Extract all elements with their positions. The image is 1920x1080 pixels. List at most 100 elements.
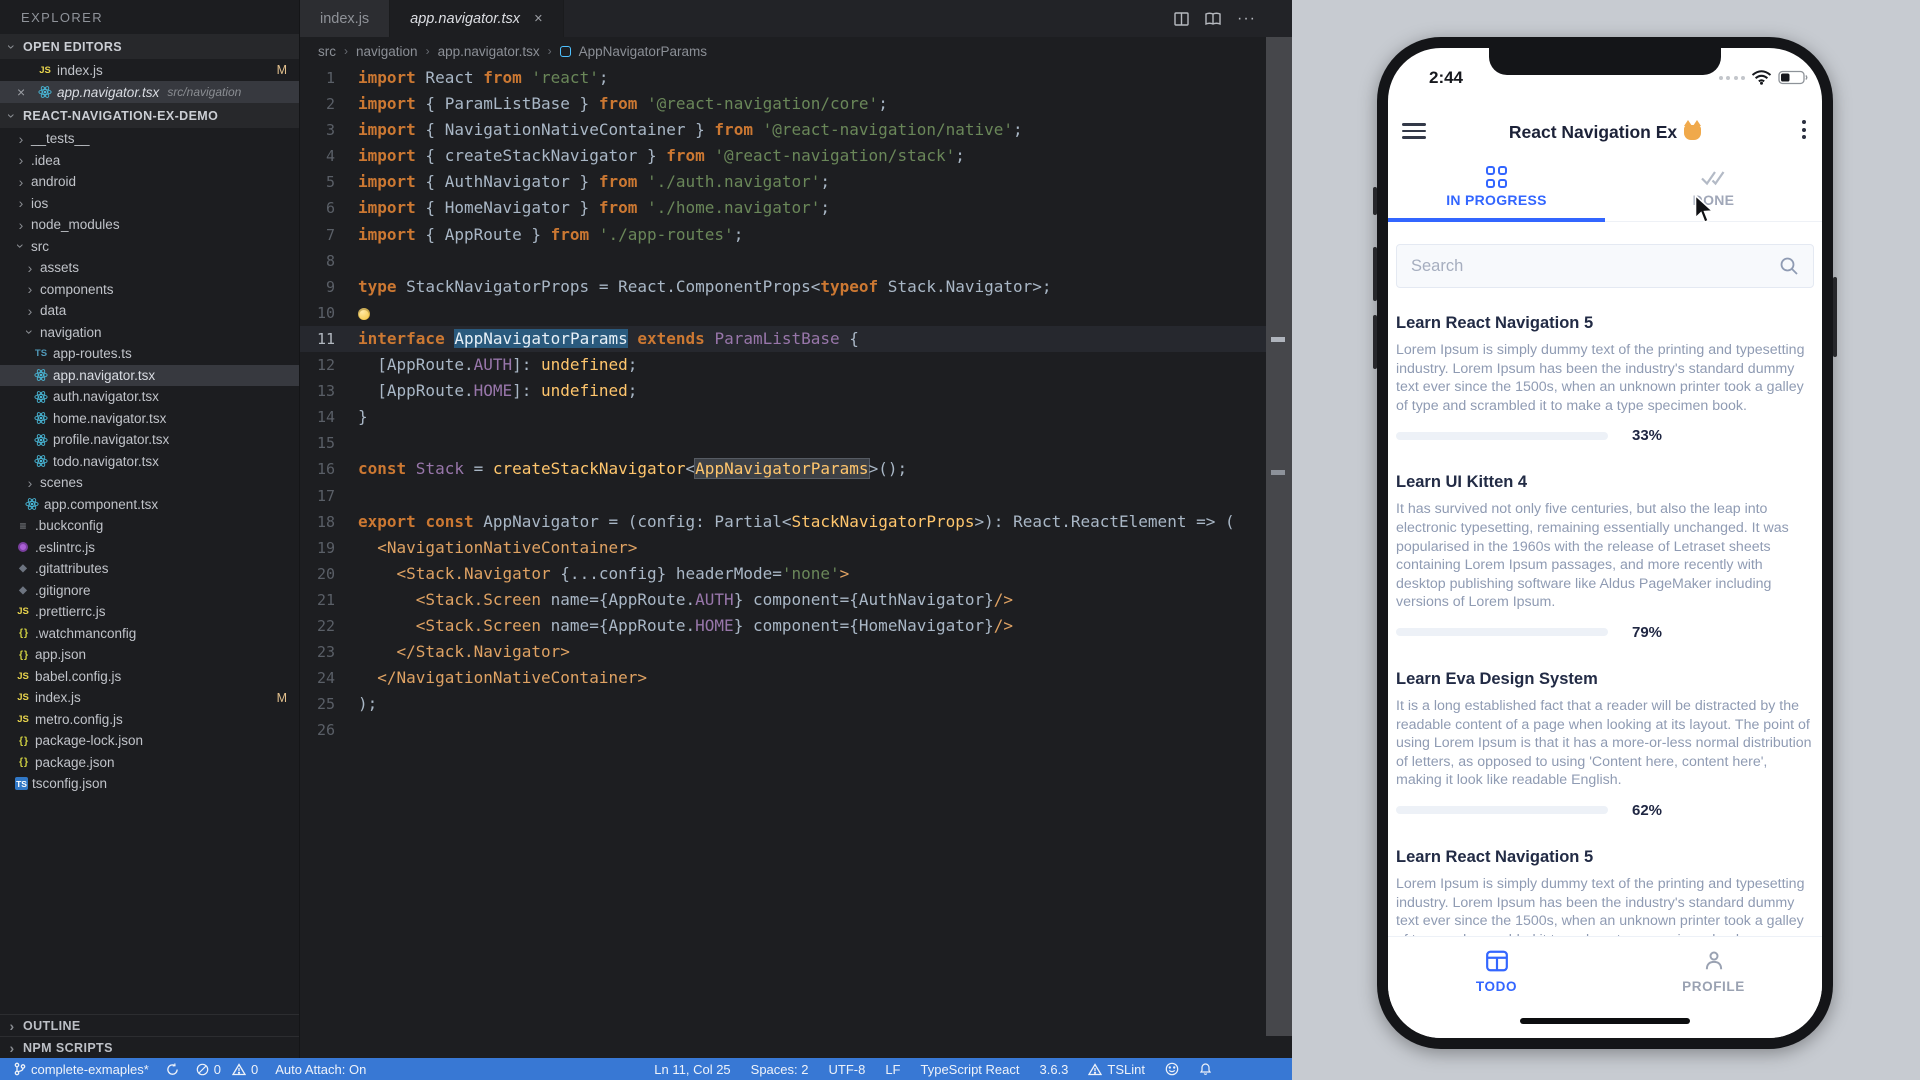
tree-item-.prettierrc.js[interactable]: JS.prettierrc.js xyxy=(0,601,299,623)
todo-card[interactable]: Learn UI Kitten 4It has survived not onl… xyxy=(1396,473,1814,641)
todo-card[interactable]: Learn Eva Design SystemIt is a long esta… xyxy=(1396,670,1814,819)
tree-folder-data[interactable]: ›data xyxy=(0,300,299,322)
close-icon[interactable]: × xyxy=(534,11,542,27)
tree-item-auth.navigator.tsx[interactable]: auth.navigator.tsx xyxy=(0,386,299,408)
code-line-11[interactable]: 11interface AppNavigatorParams extends P… xyxy=(300,326,1266,352)
code-line-23[interactable]: 23 </Stack.Navigator> xyxy=(300,639,1266,665)
code-line-10[interactable]: 10 xyxy=(300,300,1266,326)
tree-folder-ios[interactable]: ›ios xyxy=(0,193,299,215)
tree-item-package.json[interactable]: { }package.json xyxy=(0,752,299,774)
quick-fix-lightbulb-icon[interactable] xyxy=(358,308,370,320)
encoding-item[interactable]: UTF-8 xyxy=(828,1062,865,1077)
tree-folder-.idea[interactable]: ›.idea xyxy=(0,150,299,172)
code-line-21[interactable]: 21 <Stack.Screen name={AppRoute.AUTH} co… xyxy=(300,587,1266,613)
ts-version-item[interactable]: 3.6.3 xyxy=(1040,1062,1069,1077)
split-editor-icon[interactable] xyxy=(1174,12,1189,26)
tree-item-tsconfig.json[interactable]: TStsconfig.json xyxy=(0,773,299,795)
code-line-19[interactable]: 19 <NavigationNativeContainer> xyxy=(300,535,1266,561)
code-line-15[interactable]: 15 xyxy=(300,430,1266,456)
more-options-kebab-icon[interactable] xyxy=(1802,120,1806,139)
tree-item-.buckconfig[interactable]: ≡.buckconfig xyxy=(0,515,299,537)
breadcrumb[interactable]: src›navigation›app.navigator.tsx›AppNavi… xyxy=(300,37,1292,65)
code-line-22[interactable]: 22 <Stack.Screen name={AppRoute.HOME} co… xyxy=(300,613,1266,639)
tab-in-progress[interactable]: IN PROGRESS xyxy=(1388,160,1605,221)
breadcrumb-segment[interactable]: navigation xyxy=(356,44,418,59)
code-line-5[interactable]: 5import { AuthNavigator } from './auth.n… xyxy=(300,169,1266,195)
tree-item-.gitignore[interactable]: ◆.gitignore xyxy=(0,580,299,602)
breadcrumb-segment[interactable]: src xyxy=(318,44,336,59)
editor-layout-icon[interactable] xyxy=(1205,12,1221,26)
code-line-24[interactable]: 24 </NavigationNativeContainer> xyxy=(300,665,1266,691)
feedback-smiley-icon[interactable] xyxy=(1165,1062,1179,1076)
search-input[interactable]: Search xyxy=(1396,244,1814,288)
npm-scripts-section-header[interactable]: › NPM SCRIPTS xyxy=(0,1036,299,1058)
auto-attach-item[interactable]: Auto Attach: On xyxy=(275,1062,366,1077)
todo-card[interactable]: Learn React Navigation 5Lorem Ipsum is s… xyxy=(1396,314,1814,444)
notifications-bell-icon[interactable] xyxy=(1199,1062,1212,1076)
tree-item-.watchmanconfig[interactable]: { }.watchmanconfig xyxy=(0,623,299,645)
code-line-25[interactable]: 25); xyxy=(300,691,1266,717)
editor-tab-app.navigator.tsx[interactable]: app.navigator.tsx× xyxy=(390,0,563,37)
code-line-8[interactable]: 8 xyxy=(300,248,1266,274)
code-line-9[interactable]: 9type StackNavigatorProps = React.Compon… xyxy=(300,274,1266,300)
code-line-2[interactable]: 2import { ParamListBase } from '@react-n… xyxy=(300,91,1266,117)
cursor-position-item[interactable]: Ln 11, Col 25 xyxy=(654,1062,730,1077)
tree-item-todo.navigator.tsx[interactable]: todo.navigator.tsx xyxy=(0,451,299,473)
code-line-7[interactable]: 7import { AppRoute } from './app-routes'… xyxy=(300,222,1266,248)
tree-folder-src[interactable]: ›src xyxy=(0,236,299,258)
tree-folder-android[interactable]: ›android xyxy=(0,171,299,193)
tree-item-babel.config.js[interactable]: JSbabel.config.js xyxy=(0,666,299,688)
tree-item-home.navigator.tsx[interactable]: home.navigator.tsx xyxy=(0,408,299,430)
breadcrumb-segment[interactable]: app.navigator.tsx xyxy=(438,44,540,59)
todo-list[interactable]: Learn React Navigation 5Lorem Ipsum is s… xyxy=(1396,300,1814,936)
code-editor[interactable]: 1import React from 'react';2import { Par… xyxy=(300,65,1266,1036)
git-branch-item[interactable]: complete-exmaples* xyxy=(14,1062,149,1077)
open-editors-section-header[interactable]: › OPEN EDITORS xyxy=(0,34,299,59)
tree-item-app.json[interactable]: { }app.json xyxy=(0,644,299,666)
tree-item-.gitattributes[interactable]: ◆.gitattributes xyxy=(0,558,299,580)
indentation-item[interactable]: Spaces: 2 xyxy=(751,1062,809,1077)
tree-item-index.js[interactable]: JSindex.jsM xyxy=(0,687,299,709)
tree-item-app-routes.ts[interactable]: TSapp-routes.ts xyxy=(0,343,299,365)
code-line-13[interactable]: 13 [AppRoute.HOME]: undefined; xyxy=(300,378,1266,404)
breadcrumb-symbol[interactable]: AppNavigatorParams xyxy=(579,44,707,59)
open-editor-item[interactable]: ×app.navigator.tsxsrc/navigation xyxy=(0,81,299,103)
tree-folder-navigation[interactable]: ›navigation xyxy=(0,322,299,344)
code-line-26[interactable]: 26 xyxy=(300,717,1266,743)
open-editor-item[interactable]: JSindex.jsM xyxy=(0,59,299,81)
tree-folder-__tests__[interactable]: ›__tests__ xyxy=(0,128,299,150)
code-line-1[interactable]: 1import React from 'react'; xyxy=(300,65,1266,91)
tree-item-profile.navigator.tsx[interactable]: profile.navigator.tsx xyxy=(0,429,299,451)
tree-folder-scenes[interactable]: ›scenes xyxy=(0,472,299,494)
tree-item-app.component.tsx[interactable]: app.component.tsx xyxy=(0,494,299,516)
menu-hamburger-icon[interactable] xyxy=(1402,123,1426,139)
editor-scrollbar[interactable] xyxy=(1266,37,1292,1036)
close-icon[interactable]: × xyxy=(17,84,25,100)
language-mode-item[interactable]: TypeScript React xyxy=(921,1062,1020,1077)
tree-item-.eslintrc.js[interactable]: .eslintrc.js xyxy=(0,537,299,559)
editor-tab-index.js[interactable]: index.js xyxy=(300,0,390,37)
code-line-17[interactable]: 17 xyxy=(300,483,1266,509)
tslint-item[interactable]: TSLint xyxy=(1088,1062,1145,1077)
sync-button[interactable] xyxy=(166,1063,179,1076)
code-line-16[interactable]: 16const Stack = createStackNavigator<App… xyxy=(300,456,1266,482)
eol-item[interactable]: LF xyxy=(885,1062,900,1077)
tree-folder-components[interactable]: ›components xyxy=(0,279,299,301)
code-line-12[interactable]: 12 [AppRoute.AUTH]: undefined; xyxy=(300,352,1266,378)
tree-item-app.navigator.tsx[interactable]: app.navigator.tsx xyxy=(0,365,299,387)
code-line-6[interactable]: 6import { HomeNavigator } from './home.n… xyxy=(300,195,1266,221)
code-line-20[interactable]: 20 <Stack.Navigator {...config} headerMo… xyxy=(300,561,1266,587)
tree-item-metro.config.js[interactable]: JSmetro.config.js xyxy=(0,709,299,731)
code-line-14[interactable]: 14} xyxy=(300,404,1266,430)
more-actions-icon[interactable]: ··· xyxy=(1237,10,1256,28)
todo-card[interactable]: Learn React Navigation 5Lorem Ipsum is s… xyxy=(1396,848,1814,936)
project-section-header[interactable]: › REACT-NAVIGATION-EX-DEMO xyxy=(0,103,299,128)
outline-section-header[interactable]: › OUTLINE xyxy=(0,1014,299,1036)
tree-item-package-lock.json[interactable]: { }package-lock.json xyxy=(0,730,299,752)
tree-folder-node_modules[interactable]: ›node_modules xyxy=(0,214,299,236)
problems-item[interactable]: 0 0 xyxy=(196,1062,258,1077)
tree-folder-assets[interactable]: ›assets xyxy=(0,257,299,279)
code-line-18[interactable]: 18export const AppNavigator = (config: P… xyxy=(300,509,1266,535)
code-line-3[interactable]: 3import { NavigationNativeContainer } fr… xyxy=(300,117,1266,143)
code-line-4[interactable]: 4import { createStackNavigator } from '@… xyxy=(300,143,1266,169)
